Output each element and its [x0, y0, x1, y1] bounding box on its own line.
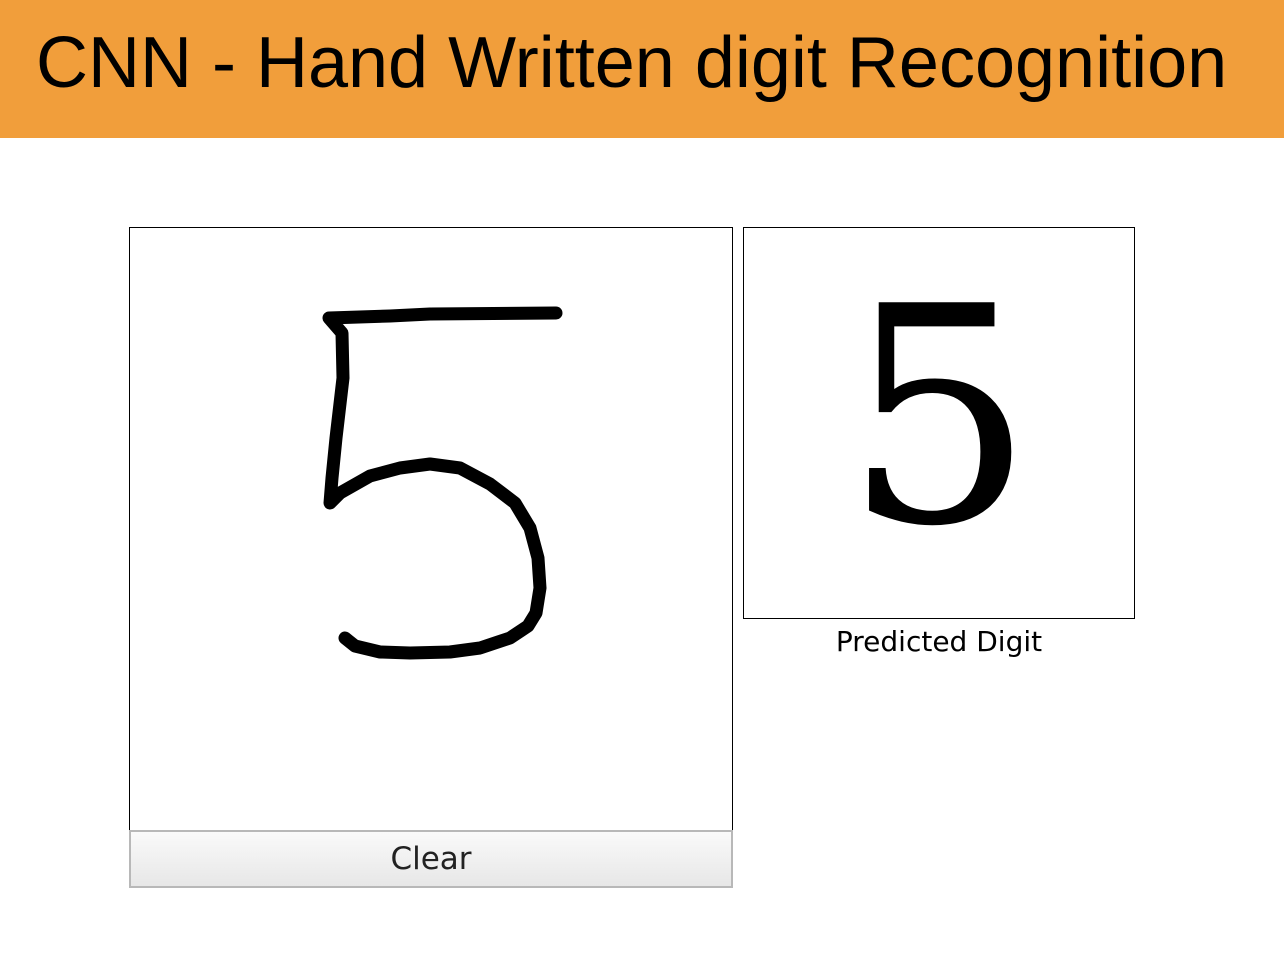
drawing-canvas[interactable] — [129, 227, 733, 831]
header-bar: CNN - Hand Written digit Recognition — [0, 0, 1284, 138]
page-title: CNN - Hand Written digit Recognition — [36, 23, 1228, 103]
clear-button[interactable]: Clear — [129, 830, 733, 888]
prediction-box: 5 — [743, 227, 1135, 619]
predicted-digit-value: 5 — [843, 243, 1035, 592]
predicted-digit-label: Predicted Digit — [835, 625, 1043, 658]
handwritten-stroke — [322, 306, 563, 660]
